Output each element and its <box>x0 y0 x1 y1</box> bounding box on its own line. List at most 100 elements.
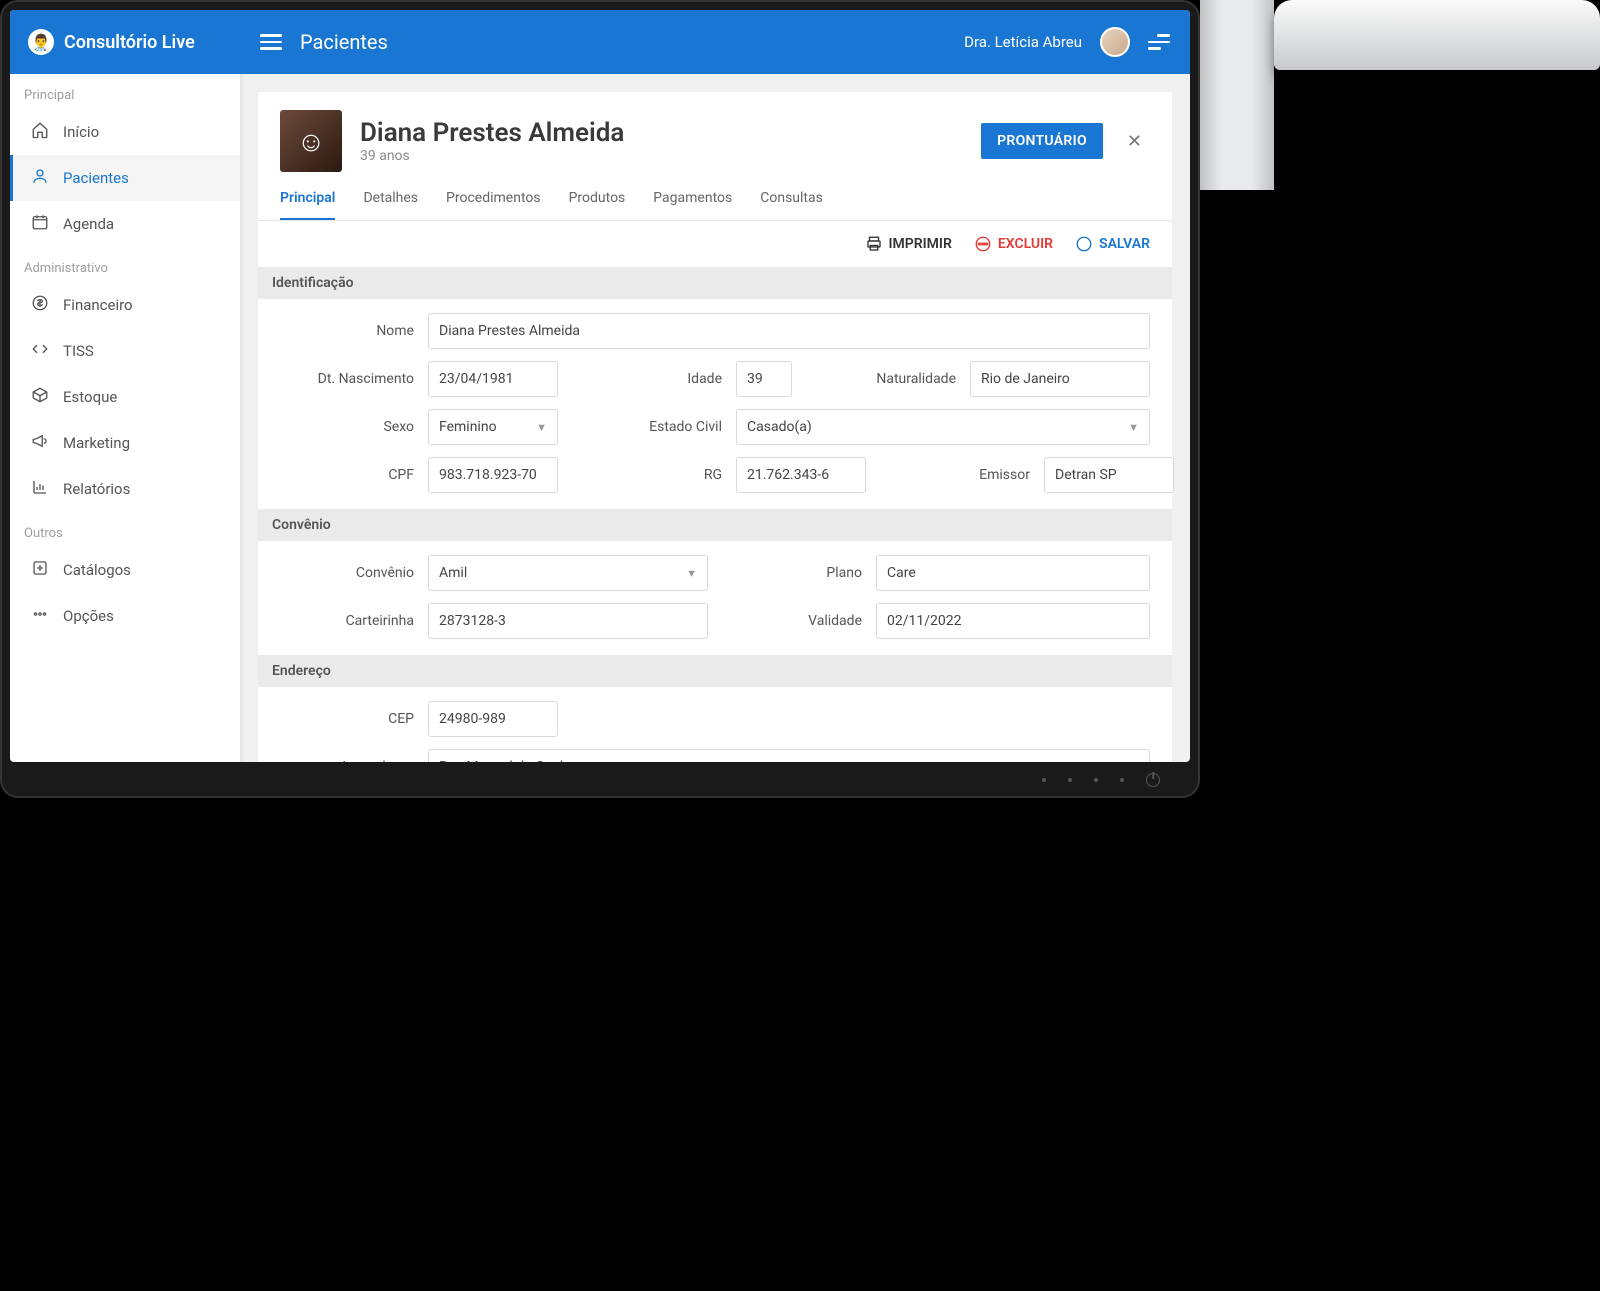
tab-consultas[interactable]: Consultas <box>760 190 823 220</box>
section-convenio: Convênio <box>258 509 1172 541</box>
box-icon <box>31 386 49 408</box>
sidebar-item-financeiro[interactable]: Financeiro <box>10 282 240 328</box>
megaphone-icon <box>31 432 49 454</box>
settings-toggle-icon[interactable] <box>1148 34 1170 50</box>
avatar[interactable] <box>1100 27 1130 57</box>
naturalidade-field[interactable] <box>970 361 1150 397</box>
user-icon <box>31 167 49 189</box>
tab-principal[interactable]: Principal <box>280 190 335 220</box>
sidebar-item-label: Início <box>63 123 99 141</box>
sidebar-item-label: Relatórios <box>63 480 130 498</box>
dots-icon <box>31 605 49 627</box>
sidebar-item-tiss[interactable]: TISS <box>10 328 240 374</box>
plus-square-icon <box>31 559 49 581</box>
rg-field[interactable] <box>736 457 866 493</box>
check-circle-icon <box>1075 235 1093 253</box>
dt-nascimento-field[interactable] <box>428 361 558 397</box>
carteirinha-field[interactable] <box>428 603 708 639</box>
label-naturalidade: Naturalidade <box>806 371 956 387</box>
label-convenio: Convênio <box>280 565 414 581</box>
sidebar-item-início[interactable]: Início <box>10 109 240 155</box>
sidebar-item-pacientes[interactable]: Pacientes <box>10 155 240 201</box>
label-estado-civil: Estado Civil <box>572 419 722 435</box>
sidebar-group-label: Principal <box>10 74 240 109</box>
label-cpf: CPF <box>280 467 414 483</box>
chevron-down-icon: ▼ <box>1128 421 1139 434</box>
toolbar: IMPRIMIR EXCLUIR SALVAR <box>258 221 1172 267</box>
page-title: Pacientes <box>300 30 388 54</box>
tabs: Principal Detalhes Procedimentos Produtos Pa… <box>258 172 1172 221</box>
brand-icon: 👨‍⚕️ <box>28 29 54 55</box>
power-icon <box>1146 773 1160 787</box>
section-identificacao: Identificação <box>258 267 1172 299</box>
label-cep: CEP <box>280 711 414 727</box>
sidebar-item-opções[interactable]: Opções <box>10 593 240 639</box>
convenio-select[interactable]: Amil▼ <box>428 555 708 591</box>
nome-field[interactable] <box>428 313 1150 349</box>
validade-field[interactable] <box>876 603 1150 639</box>
section-endereco: Endereço <box>258 655 1172 687</box>
label-plano: Plano <box>722 565 862 581</box>
sidebar-item-label: Agenda <box>63 215 114 233</box>
screen: 👨‍⚕️ Consultório Live Principal Início Pac… <box>10 10 1190 762</box>
estado-civil-select[interactable]: Casado(a)▼ <box>736 409 1150 445</box>
label-nome: Nome <box>280 323 414 339</box>
brand: 👨‍⚕️ Consultório Live <box>10 10 240 74</box>
sidebar-item-marketing[interactable]: Marketing <box>10 420 240 466</box>
code-icon <box>31 340 49 362</box>
sidebar-item-relatórios[interactable]: Relatórios <box>10 466 240 512</box>
label-idade: Idade <box>572 371 722 387</box>
home-icon <box>31 121 49 143</box>
cpf-field[interactable] <box>428 457 558 493</box>
sidebar-group-label: Administrativo <box>10 247 240 282</box>
patient-age: 39 anos <box>360 148 624 164</box>
chart-icon <box>31 478 49 500</box>
label-rg: RG <box>572 467 722 483</box>
tab-pagamentos[interactable]: Pagamentos <box>653 190 732 220</box>
prontuario-button[interactable]: PRONTUÁRIO <box>981 123 1103 159</box>
save-button[interactable]: SALVAR <box>1075 235 1150 253</box>
calendar-icon <box>31 213 49 235</box>
sidebar-item-label: TISS <box>63 342 94 360</box>
current-user[interactable]: Dra. Letícia Abreu <box>964 33 1082 51</box>
monitor-stand-base <box>1274 0 1600 70</box>
patient-photo: ☺ <box>280 110 342 172</box>
sidebar-item-estoque[interactable]: Estoque <box>10 374 240 420</box>
brand-label: Consultório Live <box>64 32 195 53</box>
main: Pacientes Dra. Letícia Abreu ☺ Diana Pre… <box>240 10 1190 762</box>
monitor-controls <box>10 762 1190 798</box>
sidebar-group-label: Outros <box>10 512 240 547</box>
tab-produtos[interactable]: Produtos <box>569 190 626 220</box>
emissor-field[interactable] <box>1044 457 1174 493</box>
no-entry-icon <box>974 235 992 253</box>
sidebar-item-label: Opções <box>63 607 114 625</box>
sidebar-item-label: Catálogos <box>63 561 131 579</box>
menu-toggle-icon[interactable] <box>260 34 282 50</box>
label-logradouro: Logradouro <box>280 759 414 762</box>
sidebar: 👨‍⚕️ Consultório Live Principal Início Pac… <box>10 10 240 762</box>
print-button[interactable]: IMPRIMIR <box>865 235 952 253</box>
idade-field[interactable] <box>736 361 792 397</box>
tab-detalhes[interactable]: Detalhes <box>363 190 418 220</box>
card-header: ☺ Diana Prestes Almeida 39 anos PRONTUÁR… <box>258 92 1172 172</box>
sidebar-item-label: Marketing <box>63 434 130 452</box>
sidebar-item-catálogos[interactable]: Catálogos <box>10 547 240 593</box>
topbar: Pacientes Dra. Letícia Abreu <box>240 10 1190 74</box>
sidebar-item-label: Estoque <box>63 388 117 406</box>
plano-field[interactable] <box>876 555 1150 591</box>
patient-card: ☺ Diana Prestes Almeida 39 anos PRONTUÁR… <box>258 92 1172 762</box>
cep-field[interactable] <box>428 701 558 737</box>
close-icon[interactable]: ✕ <box>1119 127 1150 156</box>
label-sexo: Sexo <box>280 419 414 435</box>
sidebar-item-agenda[interactable]: Agenda <box>10 201 240 247</box>
patient-name: Diana Prestes Almeida <box>360 118 624 148</box>
label-validade: Validade <box>722 613 862 629</box>
label-emissor: Emissor <box>880 467 1030 483</box>
content: ☺ Diana Prestes Almeida 39 anos PRONTUÁR… <box>240 74 1190 762</box>
monitor-stand-neck <box>1200 0 1274 190</box>
logradouro-field[interactable] <box>428 749 1150 762</box>
tab-procedimentos[interactable]: Procedimentos <box>446 190 541 220</box>
dollar-icon <box>31 294 49 316</box>
sexo-select[interactable]: Feminino▼ <box>428 409 558 445</box>
delete-button[interactable]: EXCLUIR <box>974 235 1053 253</box>
